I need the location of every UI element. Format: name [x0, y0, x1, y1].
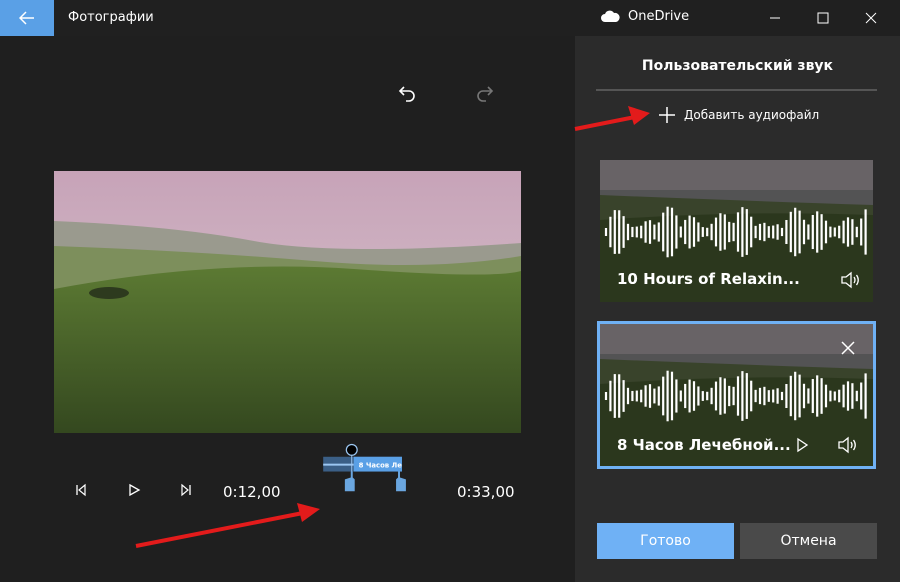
editor-area: 0:12,00 0:33,00 8 Часов Ле: [0, 36, 575, 582]
video-preview: [54, 171, 521, 433]
maximize-button[interactable]: [800, 0, 846, 36]
play-button[interactable]: [122, 478, 146, 502]
landscape-image: [54, 171, 521, 433]
back-arrow-icon: [19, 11, 34, 25]
previous-frame-button[interactable]: [69, 478, 93, 502]
trim-handle-right[interactable]: [396, 471, 406, 492]
remove-track-icon[interactable]: [840, 340, 856, 356]
audio-track-card-2[interactable]: 8 Часов Лечебной...: [597, 321, 876, 469]
onedrive-button[interactable]: OneDrive: [600, 9, 689, 24]
undo-button[interactable]: [396, 82, 420, 106]
redo-icon: [477, 86, 494, 102]
start-time: 0:12,00: [223, 483, 281, 501]
divider: [596, 89, 877, 91]
playhead[interactable]: [345, 443, 358, 456]
back-button[interactable]: [0, 0, 54, 36]
step-back-icon: [76, 483, 86, 497]
close-window-button[interactable]: [848, 0, 894, 36]
play-track-icon[interactable]: [794, 437, 810, 453]
close-icon: [865, 12, 877, 24]
cancel-button[interactable]: Отмена: [740, 523, 877, 559]
track-label-2: 8 Часов Лечебной...: [617, 436, 791, 454]
cloud-icon: [601, 10, 620, 22]
step-forward-icon: [181, 483, 191, 497]
audio-track-card-1[interactable]: 10 Hours of Relaxin...: [600, 160, 873, 302]
add-audio-file-button[interactable]: Добавить аудиофайл: [658, 106, 819, 124]
add-audio-label: Добавить аудиофайл: [684, 108, 820, 122]
onedrive-label: OneDrive: [628, 9, 690, 24]
minimize-icon: [770, 17, 780, 19]
end-time: 0:33,00: [457, 483, 515, 501]
next-frame-button[interactable]: [174, 478, 198, 502]
speaker-icon[interactable]: [837, 436, 857, 454]
audio-timeline[interactable]: 8 Часов Ле: [288, 442, 448, 506]
trim-handle-left[interactable]: [344, 471, 355, 492]
panel-title: Пользовательский звук: [641, 58, 834, 74]
play-icon: [129, 483, 141, 497]
app-title: Фотографии: [68, 10, 154, 25]
title-bar: Фотографии OneDrive: [0, 0, 900, 36]
track-label-1: 10 Hours of Relaxin...: [617, 270, 800, 288]
redo-button[interactable]: [472, 82, 496, 106]
custom-audio-panel: Пользовательский звук Добавить аудиофайл…: [575, 36, 900, 582]
done-button[interactable]: Готово: [597, 523, 734, 559]
timeline-clip-label: 8 Часов Ле: [359, 462, 403, 470]
undo-icon: [398, 86, 415, 102]
maximize-icon: [817, 12, 829, 24]
plus-icon: [659, 107, 675, 123]
speaker-icon[interactable]: [840, 271, 860, 289]
minimize-button[interactable]: [752, 0, 798, 36]
